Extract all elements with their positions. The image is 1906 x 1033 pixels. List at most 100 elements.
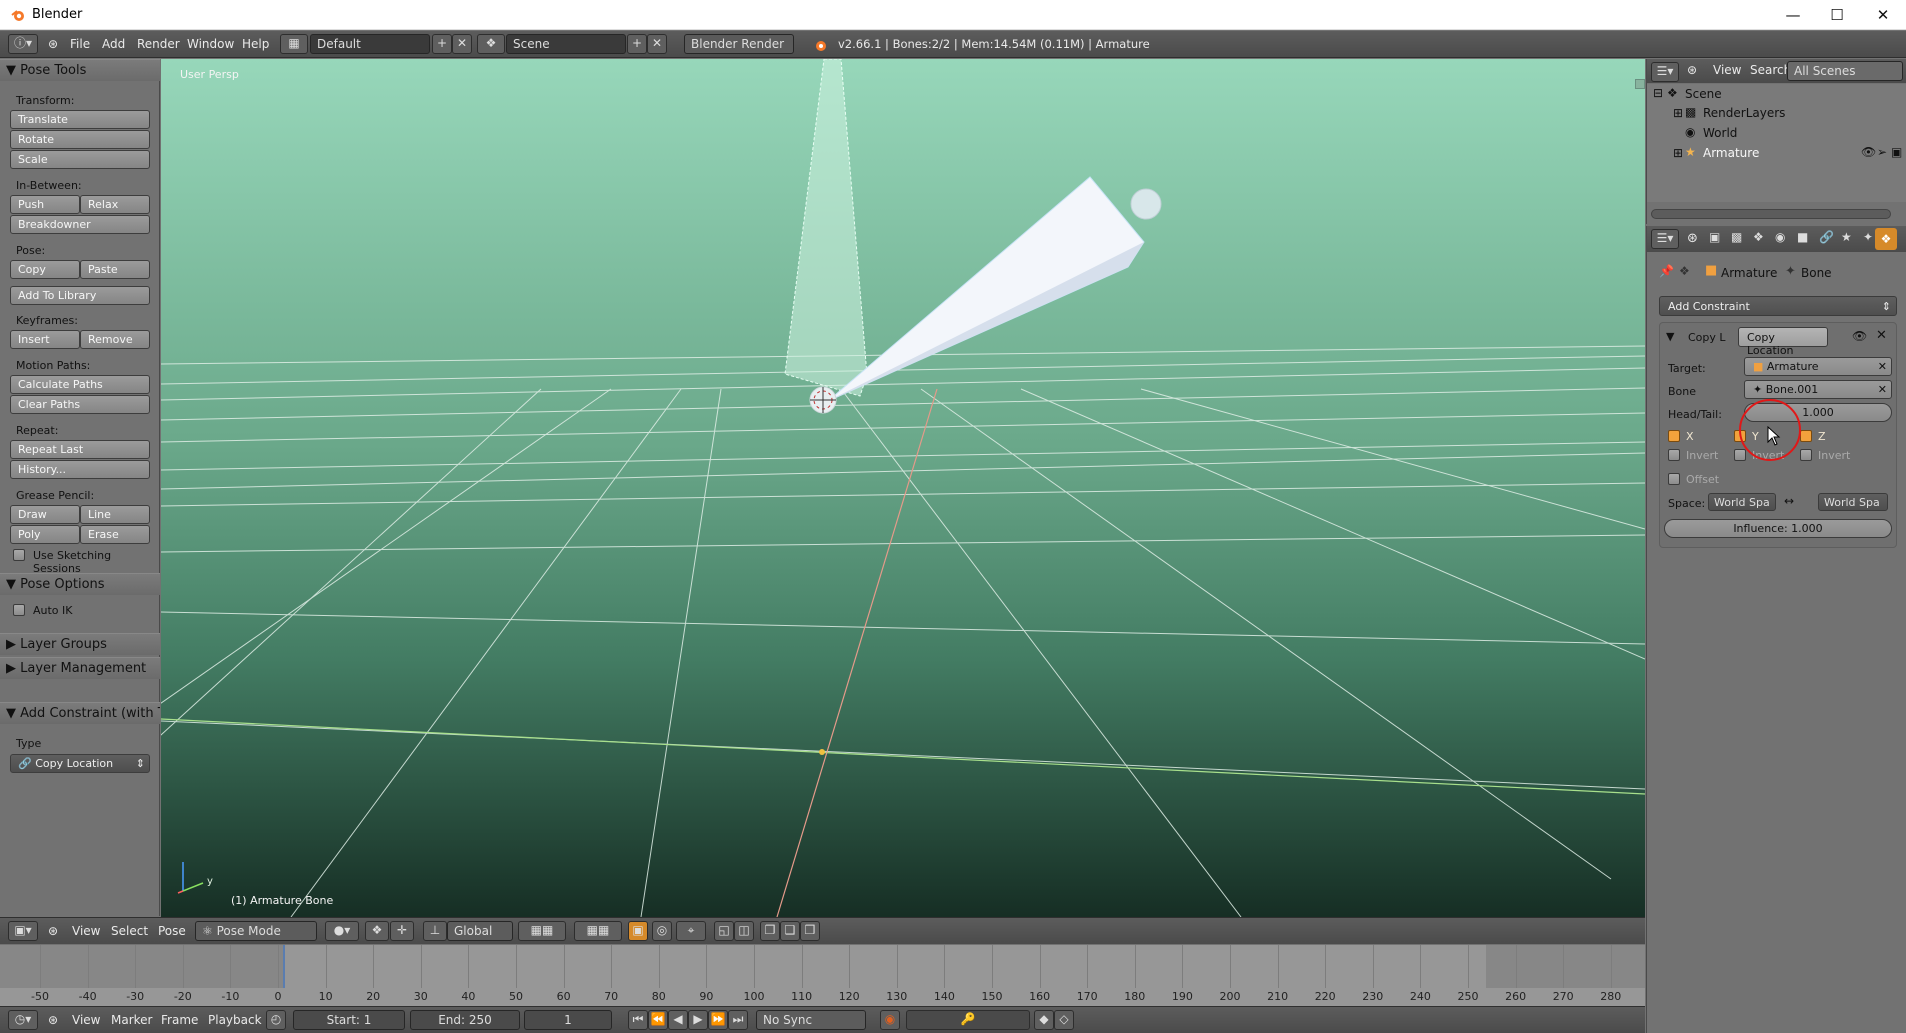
auto-ik-checkbox[interactable] [13, 604, 25, 616]
delete-screen-icon[interactable]: ✕ [452, 34, 472, 54]
expand-icon[interactable]: ⊞ [1673, 146, 1683, 160]
insert-keyframe-icon[interactable]: ◆ [1034, 1010, 1054, 1030]
menu-pose[interactable]: Pose [158, 924, 186, 938]
invert-y-checkbox[interactable] [1734, 449, 1746, 461]
menu-frame[interactable]: Frame [161, 1013, 198, 1027]
add-screen-icon[interactable]: + [432, 34, 452, 54]
collapse-icon[interactable]: ⊟ [1653, 86, 1663, 100]
history-button[interactable]: History... [10, 460, 150, 479]
add-constraint-dropdown[interactable]: Add Constraint ⇕ [1659, 296, 1897, 316]
object-tab-icon[interactable]: ■ [1797, 230, 1808, 244]
collapse-menu-icon[interactable]: ⊛ [48, 37, 58, 51]
current-frame-marker[interactable] [283, 945, 285, 988]
delete-constraint-icon[interactable]: ✕ [1876, 328, 1887, 343]
influence-slider[interactable]: Influence: 1.000 [1664, 519, 1892, 538]
visibility-eye-icon[interactable]: 👁 [1852, 329, 1867, 343]
constraint-type-field[interactable]: Copy Location [1738, 327, 1828, 357]
rotate-button[interactable]: Rotate [10, 130, 150, 149]
data-tab-icon[interactable]: ★ [1841, 230, 1852, 244]
transform-orientation-icon[interactable]: ⊥ [423, 921, 447, 941]
bone-constraints-tab-icon[interactable]: ❖ [1875, 228, 1897, 250]
invert-x-checkbox[interactable] [1668, 449, 1680, 461]
mode-dropdown[interactable]: ⚛ Pose Mode [195, 921, 317, 941]
clear-field-icon[interactable]: ✕ [1878, 360, 1887, 373]
world-tab-icon[interactable]: ◉ [1775, 230, 1785, 244]
play-reverse-icon[interactable]: ◀ [668, 1010, 688, 1030]
editor-type-icon[interactable]: ⓘ▾ [8, 34, 38, 54]
editor-type-icon[interactable]: ☰▾ [1651, 62, 1679, 82]
draw-button[interactable]: Draw [10, 505, 80, 524]
start-frame-field[interactable]: Start: 1 [293, 1010, 405, 1030]
constraint-type-dropdown[interactable]: 🔗 Copy Location ⇕ [10, 754, 150, 773]
panel-header-pose-tools[interactable]: ▼ Pose Tools [0, 59, 160, 81]
insert-keyframe-button[interactable]: Insert [10, 330, 80, 349]
render-layers-tab-icon[interactable]: ▩ [1731, 230, 1742, 244]
menu-search[interactable]: Search [1750, 63, 1791, 77]
delete-keyframe-icon[interactable]: ◇ [1054, 1010, 1074, 1030]
jump-start-icon[interactable]: ⏮ [628, 1010, 648, 1030]
current-frame-field[interactable]: 1 [524, 1010, 612, 1030]
panel-header-layer-management[interactable]: ▶ Layer Management [0, 657, 160, 679]
keying-set-icon[interactable]: 🔑 [906, 1010, 1030, 1030]
jump-keyframe-back-icon[interactable]: ⏪ [648, 1010, 668, 1030]
remove-keyframe-button[interactable]: Remove [80, 330, 150, 349]
delete-scene-icon[interactable]: ✕ [647, 34, 667, 54]
menu-marker[interactable]: Marker [111, 1013, 152, 1027]
translate-button[interactable]: Translate [10, 110, 150, 129]
paste-pose-button[interactable]: Paste [80, 260, 150, 279]
menu-playback[interactable]: Playback [208, 1013, 262, 1027]
paste-flipped-icon[interactable]: ❒ [800, 921, 820, 941]
bone-tail-joint[interactable] [1130, 188, 1162, 220]
scene-tab-icon[interactable]: ❖ [1753, 230, 1764, 244]
screen-layout-field[interactable]: Default [310, 34, 430, 54]
clear-paths-button[interactable]: Clear Paths [10, 395, 150, 414]
screen-layout-icon[interactable]: ▦ [280, 34, 308, 54]
minimize-icon[interactable]: — [1770, 0, 1816, 30]
menu-file[interactable]: File [70, 37, 90, 51]
render-tab-icon[interactable]: ▣ [1709, 230, 1720, 244]
bone-field[interactable]: ✦ Bone.001 ✕ [1744, 380, 1892, 399]
viewport-corner-widget[interactable] [1635, 79, 1645, 89]
breakdowner-button[interactable]: Breakdowner [10, 215, 150, 234]
bone-selected[interactable] [827, 176, 1145, 402]
repeat-last-button[interactable]: Repeat Last [10, 440, 150, 459]
outliner-scrollbar[interactable] [1651, 209, 1891, 219]
offset-checkbox[interactable] [1668, 473, 1680, 485]
pin-icon[interactable]: 📌 [1659, 264, 1674, 278]
calculate-paths-button[interactable]: Calculate Paths [10, 375, 150, 394]
render-icon[interactable]: ◱ [714, 921, 734, 941]
erase-button[interactable]: Erase [80, 525, 150, 544]
jump-keyframe-forward-icon[interactable]: ⏩ [708, 1010, 728, 1030]
clear-field-icon[interactable]: ✕ [1878, 383, 1887, 396]
render-animation-icon[interactable]: ◫ [734, 921, 754, 941]
timeline[interactable]: -50 -40 -30 -20 -10 0 10 20 30 40 50 60 70 80 90 100 110… [0, 945, 1645, 1006]
orientation-dropdown[interactable]: Global [447, 921, 513, 941]
collapse-menu-icon[interactable]: ⊛ [48, 1013, 58, 1027]
visibility-eye-icon[interactable]: 👁 [1861, 145, 1876, 159]
paste-pose-icon[interactable]: ❑ [780, 921, 800, 941]
record-icon[interactable]: ◉ [880, 1010, 900, 1030]
menu-add[interactable]: Add [102, 37, 125, 51]
outliner-item-scene[interactable]: Scene [1685, 87, 1722, 101]
bone-tab-icon[interactable]: ✦ [1863, 230, 1873, 244]
renderability-camera-icon[interactable]: ▣ [1891, 145, 1902, 159]
manipulator-icon[interactable]: ✛ [390, 921, 414, 941]
target-space-dropdown[interactable]: World Spa [1818, 493, 1888, 511]
owner-space-dropdown[interactable]: World Spa [1708, 493, 1776, 511]
add-to-library-button[interactable]: Add To Library [10, 286, 150, 305]
close-icon[interactable]: ✕ [1860, 0, 1906, 30]
preview-range-icon[interactable]: ◴ [266, 1010, 286, 1030]
collapse-constraint-icon[interactable]: ▼ [1666, 330, 1674, 343]
editor-type-icon[interactable]: ▣▾ [8, 921, 38, 941]
outliner-item-renderlayers[interactable]: RenderLayers [1703, 106, 1785, 120]
invert-z-checkbox[interactable] [1800, 449, 1812, 461]
constraints-tab-icon[interactable]: 🔗 [1819, 230, 1834, 244]
play-icon[interactable]: ▶ [688, 1010, 708, 1030]
jump-end-icon[interactable]: ⏭ [728, 1010, 748, 1030]
panel-header-add-constraint[interactable]: ▼ Add Constraint (with Tar [0, 702, 160, 724]
use-z-checkbox[interactable] [1800, 430, 1812, 442]
maximize-icon[interactable]: ☐ [1814, 0, 1860, 30]
layers-icon[interactable]: ▦▦ [518, 921, 566, 941]
use-sketching-sessions-checkbox[interactable] [13, 549, 25, 561]
collapse-menu-icon[interactable]: ⊛ [1687, 63, 1697, 77]
